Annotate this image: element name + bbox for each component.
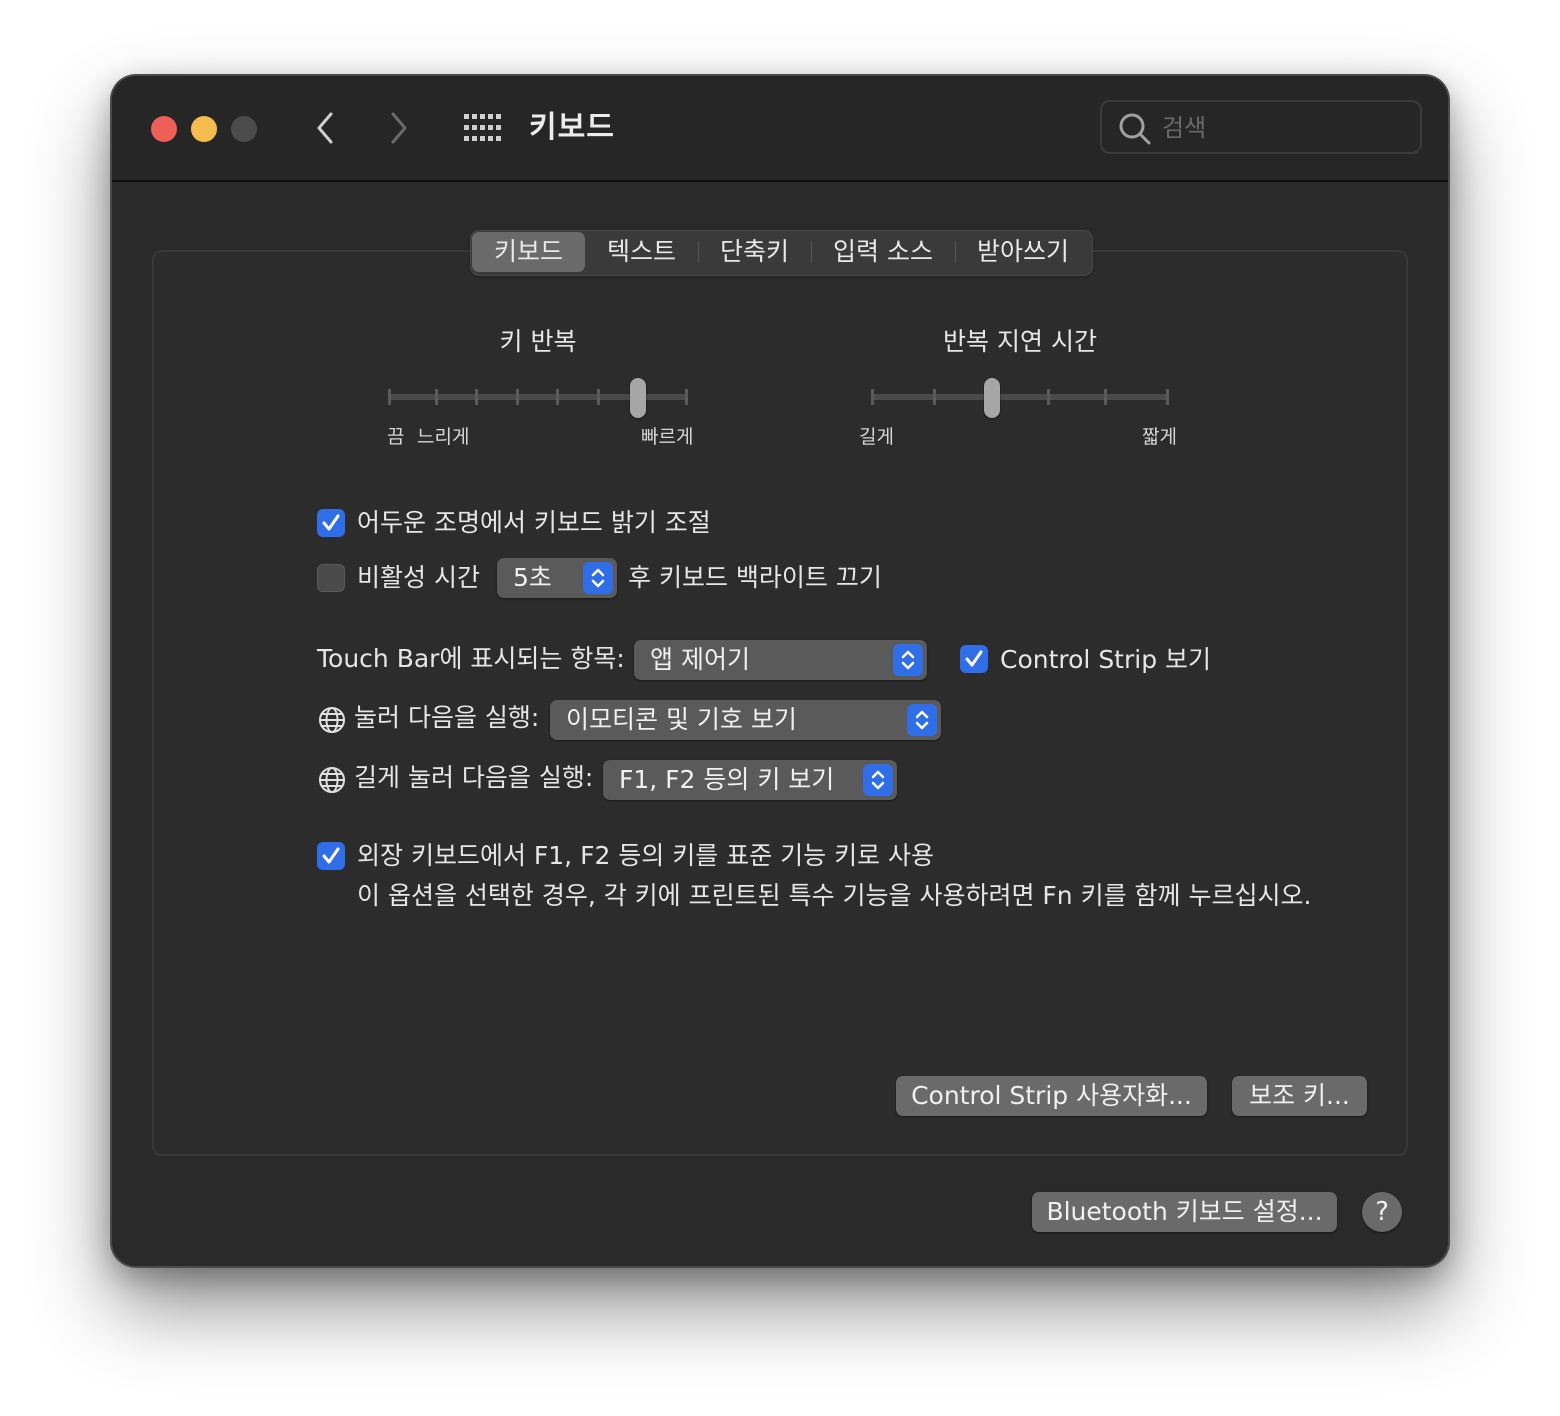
- repeat-delay-label-short: 짧게: [1142, 426, 1177, 448]
- standard-fn-keys-description: 이 옵션을 선택한 경우, 각 키에 프린트된 특수 기능을 사용하려면 Fn …: [357, 881, 1312, 910]
- popup-arrows-icon: [907, 704, 937, 736]
- standard-fn-keys-label: 외장 키보드에서 F1, F2 등의 키를 표준 기능 키로 사용: [357, 841, 935, 870]
- repeat-delay-track: [871, 394, 1169, 400]
- backlight-timeout-popup[interactable]: 5초: [497, 558, 617, 598]
- key-repeat-tick: [435, 389, 438, 405]
- key-repeat-tick: [597, 389, 600, 405]
- globe-icon: [319, 707, 345, 733]
- standard-fn-keys-checkbox[interactable]: [317, 842, 345, 870]
- hold-globe-popup[interactable]: F1, F2 등의 키 보기: [603, 760, 897, 800]
- key-repeat-label-fast: 빠르게: [641, 426, 694, 448]
- tab-bar: 키보드 텍스트 단축키 입력 소스 받아쓰기: [470, 230, 1094, 276]
- backlight-timeout-value: 5초: [513, 563, 552, 592]
- tab-keyboard[interactable]: 키보드: [472, 232, 586, 272]
- help-button[interactable]: ?: [1362, 1192, 1402, 1232]
- zoom-button: [231, 116, 257, 142]
- grid-icon: [464, 114, 501, 141]
- adjust-brightness-label: 어두운 조명에서 키보드 밝기 조절: [357, 508, 711, 537]
- back-button[interactable]: [310, 106, 340, 150]
- press-globe-popup[interactable]: 이모티콘 및 기호 보기: [550, 700, 941, 740]
- repeat-delay-tick: [871, 389, 874, 405]
- touch-bar-label: Touch Bar에 표시되는 항목:: [317, 644, 625, 673]
- repeat-delay-tick: [1104, 389, 1107, 405]
- search-field[interactable]: [1100, 100, 1422, 154]
- checkmark-icon: [322, 514, 340, 531]
- repeat-delay-tick: [1166, 389, 1169, 405]
- tab-dictation[interactable]: 받아쓰기: [955, 232, 1091, 272]
- close-button[interactable]: [151, 116, 177, 142]
- adjust-brightness-checkbox[interactable]: [317, 509, 345, 537]
- title-bar: 키보드: [112, 76, 1448, 182]
- search-input[interactable]: [1160, 108, 1414, 148]
- window-title: 키보드: [529, 110, 615, 145]
- key-repeat-label-off: 끔: [387, 426, 405, 448]
- chevron-right-icon: [391, 112, 407, 144]
- key-repeat-tick: [556, 389, 559, 405]
- modifier-keys-button[interactable]: 보조 키...: [1232, 1076, 1367, 1116]
- repeat-delay-title: 반복 지연 시간: [943, 327, 1097, 356]
- popup-arrows-icon: [893, 644, 923, 676]
- hold-globe-value: F1, F2 등의 키 보기: [619, 765, 835, 794]
- touch-bar-popup[interactable]: 앱 제어기: [634, 640, 927, 680]
- popup-arrows-icon: [863, 764, 893, 796]
- bluetooth-keyboard-button[interactable]: Bluetooth 키보드 설정...: [1032, 1192, 1337, 1232]
- customize-control-strip-button[interactable]: Control Strip 사용자화...: [896, 1076, 1207, 1116]
- search-icon: [1119, 113, 1151, 145]
- tab-shortcuts[interactable]: 단축키: [698, 232, 811, 272]
- control-strip-checkbox[interactable]: [960, 645, 988, 673]
- hold-globe-label: 길게 눌러 다음을 실행:: [354, 763, 594, 792]
- globe-icon: [319, 767, 345, 793]
- backlight-off-label-before: 비활성 시간: [357, 563, 480, 592]
- key-repeat-thumb[interactable]: [630, 378, 646, 418]
- checkmark-icon: [965, 650, 983, 667]
- repeat-delay-label-long: 길게: [859, 426, 894, 448]
- key-repeat-title: 키 반복: [499, 327, 577, 356]
- backlight-off-label-after: 후 키보드 백라이트 끄기: [628, 563, 882, 592]
- press-globe-value: 이모티콘 및 기호 보기: [566, 705, 797, 734]
- minimize-button[interactable]: [191, 116, 217, 142]
- tab-input-sources[interactable]: 입력 소스: [811, 232, 955, 272]
- chevron-left-icon: [317, 112, 333, 144]
- touch-bar-value: 앱 제어기: [650, 645, 750, 674]
- key-repeat-tick: [516, 389, 519, 405]
- key-repeat-label-slow: 느리게: [417, 426, 470, 448]
- press-globe-label: 눌러 다음을 실행:: [354, 703, 540, 732]
- show-all-button[interactable]: [462, 112, 502, 144]
- backlight-off-checkbox[interactable]: [317, 564, 345, 592]
- tab-text[interactable]: 텍스트: [585, 232, 698, 272]
- key-repeat-tick: [388, 389, 391, 405]
- forward-button[interactable]: [384, 106, 414, 150]
- repeat-delay-thumb[interactable]: [984, 378, 1000, 418]
- control-strip-label: Control Strip 보기: [1000, 645, 1212, 674]
- preferences-window: 키보드 키보드 텍스트 단축키 입력 소스 받아쓰기 키 반복 끔 느리게 빠르…: [112, 76, 1448, 1266]
- repeat-delay-tick: [933, 389, 936, 405]
- key-repeat-tick: [685, 389, 688, 405]
- popup-arrows-icon: [583, 562, 613, 594]
- checkmark-icon: [322, 847, 340, 864]
- repeat-delay-tick: [1047, 389, 1050, 405]
- key-repeat-tick: [475, 389, 478, 405]
